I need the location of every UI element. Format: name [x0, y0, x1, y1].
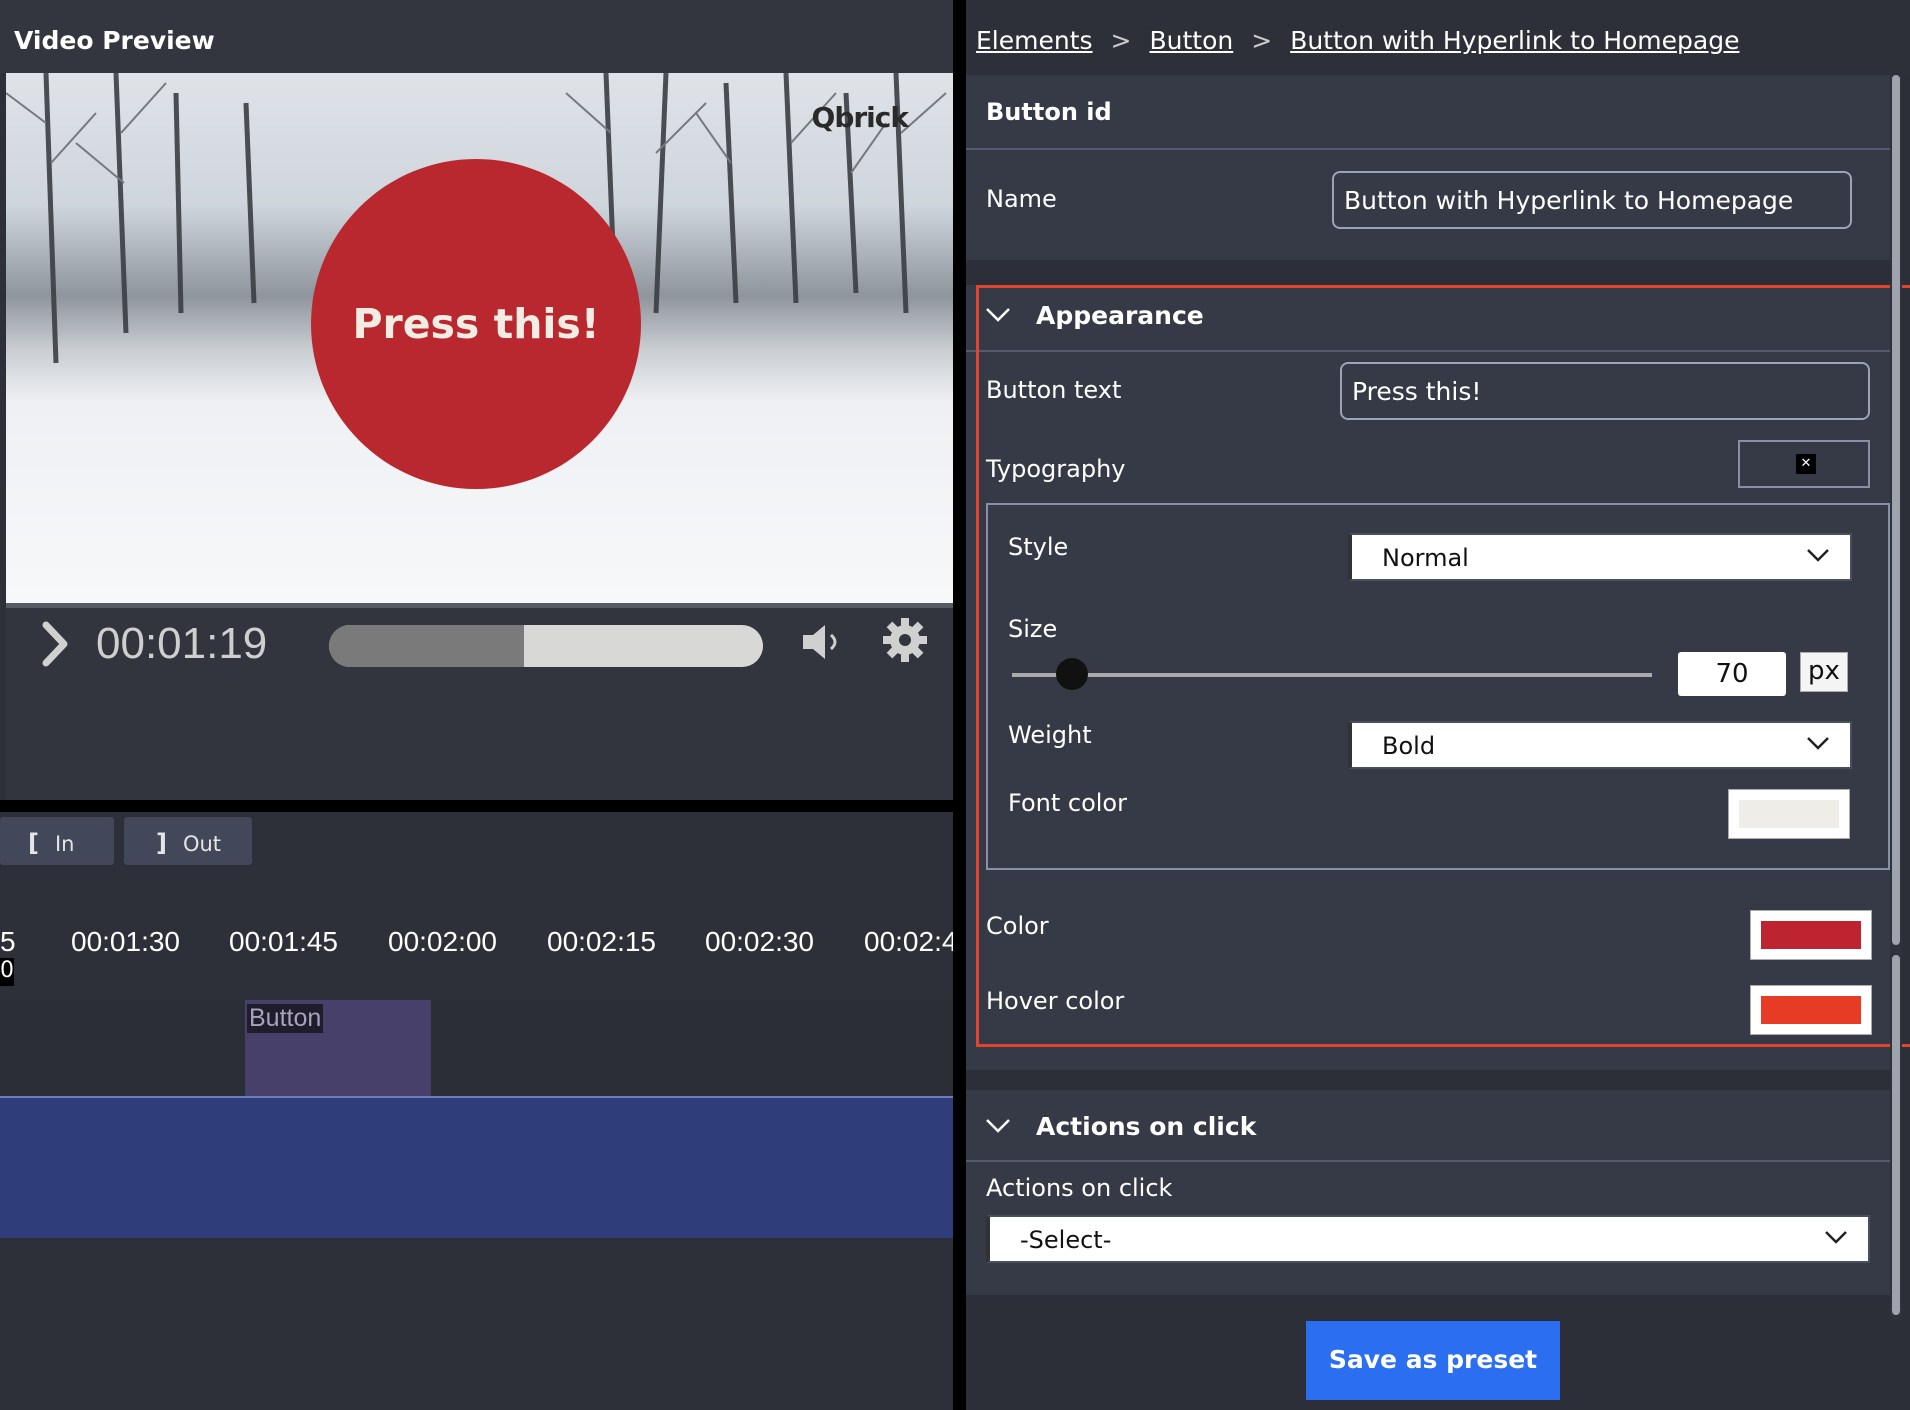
actions-section: Actions on click Actions on click -Selec… — [966, 1090, 1890, 1295]
section-divider — [966, 1160, 1890, 1162]
timeline-ruler[interactable]: 5 00:01:30 00:01:45 00:02:00 00:02:15 00… — [0, 872, 957, 1000]
playback-progress-fill — [329, 625, 525, 667]
ruler-tick: 00:02:4 — [864, 926, 958, 957]
volume-icon[interactable] — [801, 621, 847, 663]
bracket-open-icon: [ — [28, 829, 39, 857]
name-label: Name — [986, 185, 1057, 213]
breadcrumb-elements[interactable]: Elements — [976, 26, 1093, 55]
scrollbar-thumb[interactable] — [1892, 75, 1900, 945]
chevron-right-icon: > — [1251, 26, 1273, 55]
clip-label: Button — [247, 1004, 324, 1033]
playback-time: 00:01:19 — [96, 619, 268, 668]
ruler-tick: 00:02:30 — [705, 926, 814, 957]
bracket-close-icon: ] — [156, 829, 167, 857]
in-button[interactable]: [ In — [0, 817, 114, 865]
ruler-tick: 00:02:00 — [388, 926, 497, 957]
out-button-label: Out — [182, 832, 222, 856]
in-out-toolbar: [ In ] Out — [0, 812, 953, 872]
panel-divider[interactable] — [953, 0, 966, 1410]
video-frame[interactable]: Qbrick Press this! — [6, 73, 953, 603]
out-button[interactable]: ] Out — [124, 817, 252, 865]
chevron-right-icon: > — [1110, 26, 1132, 55]
chevron-down-icon — [1825, 1231, 1847, 1244]
play-icon[interactable] — [42, 621, 68, 667]
preview-timeline-separator — [0, 800, 953, 812]
video-overlay-button[interactable]: Press this! — [311, 159, 641, 489]
brand-logo: Qbrick — [811, 101, 909, 134]
ruler-tick: 00:01:45 — [229, 926, 338, 957]
control-divider — [6, 603, 953, 608]
video-preview-panel: Video Preview Qbrick Press this! 00:01:1… — [0, 0, 957, 1410]
properties-panel: Elements > Button > Button with Hyperlink to… — [966, 0, 1910, 1410]
timeline-clip-button[interactable]: Button — [245, 1000, 431, 1096]
actions-header[interactable]: Actions on click — [1036, 1112, 1256, 1141]
scrollbar-thumb[interactable] — [1892, 955, 1900, 1315]
name-input[interactable]: Button with Hyperlink to Homepage — [1332, 171, 1852, 229]
scrollbar[interactable] — [1890, 75, 1902, 1320]
section-divider — [966, 148, 1890, 150]
breadcrumb: Elements > Button > Button with Hyperlink to… — [966, 0, 1910, 75]
element-track: Button — [0, 1000, 953, 1096]
playhead-marker: 0 — [0, 958, 14, 986]
ruler-tick: 00:02:15 — [547, 926, 656, 957]
video-track[interactable] — [0, 1096, 953, 1238]
breadcrumb-button[interactable]: Button — [1149, 26, 1233, 55]
in-button-label: In — [54, 832, 75, 856]
highlight-outline — [976, 285, 1910, 1047]
panel-title: Video Preview — [0, 0, 953, 73]
button-id-heading: Button id — [986, 98, 1112, 126]
save-as-preset-button[interactable]: Save as preset — [1306, 1321, 1560, 1400]
actions-select-value: -Select- — [1020, 1226, 1112, 1254]
actions-on-click-label: Actions on click — [986, 1174, 1173, 1202]
player-controls: 00:01:19 — [6, 603, 953, 800]
breadcrumb-current[interactable]: Button with Hyperlink to Homepage — [1290, 26, 1739, 55]
ruler-tick: 5 — [0, 926, 16, 957]
button-id-section: Button id Name Button with Hyperlink to … — [966, 75, 1890, 260]
chevron-down-icon[interactable] — [984, 1112, 1012, 1140]
gear-icon[interactable] — [882, 617, 928, 663]
actions-select[interactable]: -Select- — [986, 1215, 1870, 1263]
ruler-tick: 00:01:30 — [71, 926, 180, 957]
playback-progress-bar[interactable] — [329, 625, 763, 667]
